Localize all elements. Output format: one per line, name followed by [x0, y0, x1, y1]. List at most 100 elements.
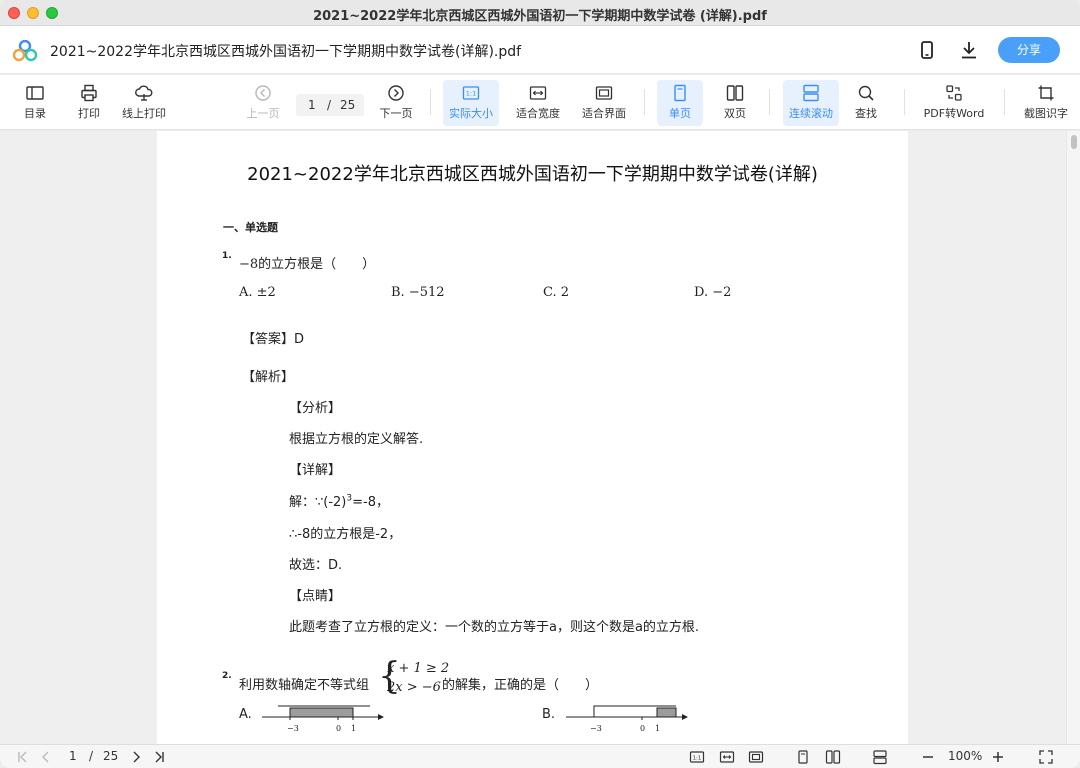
printer-icon [81, 84, 97, 102]
double-page-label: 双页 [724, 107, 746, 120]
double-page-button[interactable]: 双页 [714, 80, 756, 126]
fenxi-heading: 【分析】 [289, 401, 342, 416]
fenxi-text: 根据立方根的定义解答. [289, 432, 424, 447]
inequality-line-2: 2x > −6 [387, 680, 441, 695]
page-separator: / [327, 98, 332, 112]
question-stem-prefix: 利用数轴确定不等式组 [239, 678, 370, 693]
ocr-capture-label: 截图识字 [1024, 107, 1068, 120]
actual-size-icon[interactable]: 1:1 [689, 749, 705, 765]
continuous-scroll-icon[interactable] [872, 749, 888, 765]
fit-page-label: 适合界面 [582, 107, 626, 120]
svg-text:1:1: 1:1 [693, 756, 702, 762]
online-print-label: 线上打印 [122, 107, 166, 120]
prev-page-label: 上一页 [246, 107, 280, 120]
fit-page-icon[interactable] [748, 749, 764, 765]
number-line-a: −3 0 1 [262, 705, 384, 733]
next-page-icon[interactable] [128, 749, 144, 765]
toolbar-divider [644, 89, 645, 115]
continuous-scroll-button[interactable]: 连续滚动 [783, 80, 839, 126]
ocr-capture-button[interactable]: 截图识字 [1020, 80, 1072, 126]
page-number-input[interactable]: 1 / 25 [296, 94, 364, 116]
toolbar: 目录 打印 线上打印 上一页 下一页 1:1 实际大小 适合宽度 适合界面 单页… [0, 75, 1080, 130]
solution-step-1: 解：∵(-2)3=-8， [289, 493, 389, 510]
zoom-level[interactable]: 100% [948, 749, 982, 763]
mobile-phone-icon[interactable] [915, 38, 939, 62]
chevron-right-circle-icon [388, 85, 404, 101]
continuous-scroll-icon [803, 84, 819, 102]
option-c: C. 2 [543, 285, 570, 300]
fullscreen-icon[interactable] [1038, 749, 1054, 765]
inequality-system: { x + 1 ≥ 2 2x > −6 [378, 656, 450, 697]
dianjing-heading: 【点睛】 [289, 589, 342, 604]
pdf-to-word-label: PDF转Word [923, 107, 985, 120]
solution-step-2: ∴-8的立方根是-2， [289, 527, 402, 542]
single-page-label: 单页 [669, 107, 691, 120]
vertical-scrollbar[interactable] [1066, 131, 1080, 744]
scrollbar-thumb[interactable] [1071, 135, 1077, 149]
toolbar-divider [904, 89, 905, 115]
question-number: 2. [222, 671, 232, 681]
dianjing-text: 此题考查了立方根的定义：一个数的立方等于a，则这个数是a的立方根. [289, 620, 700, 635]
analysis-heading: 【解析】 [242, 370, 295, 385]
prev-page-icon[interactable] [38, 749, 54, 765]
window-title: 2021~2022学年北京西城区西城外国语初一下学期期中数学试卷 (详解).pd… [313, 9, 767, 24]
chevron-left-circle-icon [255, 85, 271, 101]
pdf-page: 2021~2022学年北京西城区西城外国语初一下学期期中数学试卷(详解) 一、单… [157, 131, 908, 744]
single-page-icon[interactable] [795, 749, 811, 765]
next-page-label: 下一页 [379, 107, 413, 120]
question-stem: −8的立方根是（ ） [239, 257, 376, 272]
app-header: 2021~2022学年北京西城区西城外国语初一下学期期中数学试卷(详解).pdf… [0, 26, 1080, 74]
search-icon [858, 85, 874, 101]
cloud-print-icon [135, 85, 153, 101]
toolbar-divider [1004, 89, 1005, 115]
section-heading: 一、单选题 [223, 221, 278, 234]
document-heading: 2021~2022学年北京西城区西城外国语初一下学期期中数学试卷(详解) [247, 164, 818, 185]
double-page-icon[interactable] [825, 749, 841, 765]
window-titlebar: 2021~2022学年北京西城区西城外国语初一下学期期中数学试卷 (详解).pd… [0, 0, 1080, 26]
continuous-scroll-label: 连续滚动 [789, 107, 833, 120]
download-icon[interactable] [957, 38, 981, 62]
toc-button[interactable]: 目录 [17, 80, 53, 126]
question-number: 1. [222, 251, 232, 261]
page-current: 1 [308, 98, 316, 112]
print-label: 打印 [78, 107, 100, 120]
option-a: A. ±2 [239, 285, 276, 300]
fit-page-button[interactable]: 适合界面 [578, 80, 630, 126]
first-page-icon[interactable] [15, 749, 31, 765]
find-button[interactable]: 查找 [848, 80, 884, 126]
fit-width-button[interactable]: 适合宽度 [512, 80, 564, 126]
number-line-b: −3 0 1 [566, 705, 688, 733]
online-print-button[interactable]: 线上打印 [119, 80, 169, 126]
double-page-icon [726, 85, 744, 101]
fit-width-label: 适合宽度 [516, 107, 560, 120]
print-button[interactable]: 打印 [72, 80, 106, 126]
share-button[interactable]: 分享 [998, 37, 1060, 63]
status-bar: 1 / 25 1:1 100% [0, 744, 1080, 768]
zoom-out-icon[interactable] [920, 749, 936, 765]
solution-step-3: 故选：D. [289, 558, 343, 573]
last-page-icon[interactable] [151, 749, 167, 765]
single-page-button[interactable]: 单页 [657, 80, 703, 126]
pdf-to-word-button[interactable]: PDF转Word [920, 80, 988, 126]
xiangjie-heading: 【详解】 [289, 463, 342, 478]
toolbar-divider [769, 89, 770, 115]
fit-width-icon[interactable] [719, 749, 735, 765]
toolbar-divider [430, 89, 431, 115]
svg-text:0: 0 [336, 724, 341, 733]
actual-size-button[interactable]: 1:1 实际大小 [443, 80, 499, 126]
status-page-total: 25 [103, 749, 119, 763]
svg-text:−3: −3 [287, 724, 299, 733]
inequality-line-1: x + 1 ≥ 2 [387, 661, 450, 676]
zoom-in-icon[interactable] [990, 749, 1006, 765]
prev-page-button[interactable]: 上一页 [243, 80, 283, 126]
status-page-separator: / [89, 749, 94, 763]
next-page-button[interactable]: 下一页 [376, 80, 416, 126]
toc-label: 目录 [24, 107, 46, 120]
actual-size-icon: 1:1 [462, 86, 480, 100]
answer-line: 【答案】D [242, 332, 305, 347]
convert-icon [946, 85, 962, 101]
fit-width-icon [529, 86, 547, 100]
status-page-current[interactable]: 1 [69, 749, 77, 763]
document-viewport[interactable]: 2021~2022学年北京西城区西城外国语初一下学期期中数学试卷(详解) 一、单… [0, 131, 1080, 744]
svg-text:0: 0 [640, 724, 645, 733]
